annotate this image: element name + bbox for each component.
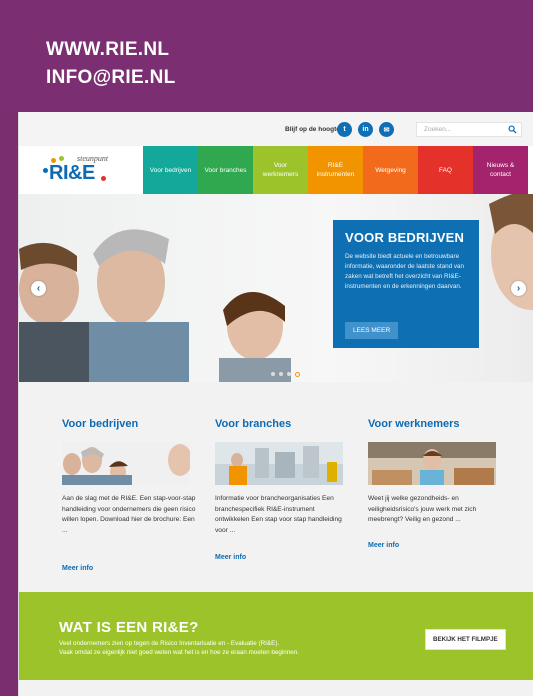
column-text: Aan de slag met de RI&E. Een stap-voor-s… xyxy=(62,495,196,534)
logo-dot-red xyxy=(101,176,106,181)
column-title[interactable]: Voor branches xyxy=(215,418,291,430)
follow-label: Blijf op de hoogte xyxy=(285,126,340,133)
watch-video-button[interactable]: BEKIJK HET FILMPJE xyxy=(425,629,506,650)
tab-rie-instrumenten[interactable]: RI&E instrumenten xyxy=(308,146,363,194)
main-nav: steunpunt RI&E Voor bedrijven Voor branc… xyxy=(19,146,533,194)
cta-line: Veel ondernemers zien op tegen de Risico… xyxy=(59,640,280,647)
more-info-link[interactable]: Meer info xyxy=(215,554,246,561)
intro-columns: Voor bedrijven Aan de slag met de RI&E. … xyxy=(19,382,533,592)
website-url[interactable]: WWW.RIE.NL xyxy=(46,36,176,64)
more-info-link[interactable]: Meer info xyxy=(62,565,93,572)
cta-band: WAT IS EEN RI&E? Veel ondernemers zien o… xyxy=(19,592,533,680)
utility-bar: Blijf op de hoogte t in ✉ Zoeken... xyxy=(19,112,533,146)
logo-dot-blue xyxy=(43,168,48,173)
search-placeholder: Zoeken... xyxy=(424,126,452,133)
linkedin-icon[interactable]: in xyxy=(358,122,373,137)
mail-icon[interactable]: ✉ xyxy=(379,122,394,137)
slider-dot-active[interactable] xyxy=(295,371,300,377)
hero-card: VOOR BEDRIJVEN De website biedt actuele … xyxy=(333,220,479,348)
hero-title: VOOR BEDRIJVEN xyxy=(345,230,465,245)
cta-line: Vaak omdat ze eigenlijk niet goed weten … xyxy=(59,649,300,656)
page-bottom xyxy=(19,680,533,696)
search-icon[interactable] xyxy=(508,125,517,134)
slider-dot[interactable] xyxy=(279,372,283,376)
nav-tabs: Voor bedrijven Voor branches Voor werkne… xyxy=(143,146,528,194)
column-title[interactable]: Voor werknemers xyxy=(368,418,460,430)
column-title[interactable]: Voor bedrijven xyxy=(62,418,138,430)
read-more-button[interactable]: LEES MEER xyxy=(345,322,399,339)
tab-voor-branches[interactable]: Voor branches xyxy=(198,146,253,194)
email-address[interactable]: INFO@RIE.NL xyxy=(46,64,176,92)
column-text: Weet jij welke gezondheids- en veilighei… xyxy=(368,495,477,523)
logo[interactable]: steunpunt RI&E xyxy=(35,154,135,188)
column-image xyxy=(215,442,343,485)
tab-faq[interactable]: FAQ xyxy=(418,146,473,194)
slider-dot[interactable] xyxy=(287,372,291,376)
slider-next-icon[interactable]: › xyxy=(511,281,526,296)
column-image xyxy=(62,442,190,485)
twitter-icon[interactable]: t xyxy=(337,122,352,137)
hero-text: De website biedt actuele en betrouwbare … xyxy=(345,253,465,290)
cta-text: Veel ondernemers zien op tegen de Risico… xyxy=(59,639,299,657)
tab-nieuws-contact[interactable]: Nieuws & contact xyxy=(473,146,528,194)
cta-title: WAT IS EEN RI&E? xyxy=(59,619,199,636)
tab-wetgeving[interactable]: Wetgeving xyxy=(363,146,418,194)
more-info-link[interactable]: Meer info xyxy=(368,542,399,549)
slider-dot[interactable] xyxy=(271,372,275,376)
banner-header: WWW.RIE.NL INFO@RIE.NL xyxy=(0,0,533,112)
logo-dot-green xyxy=(59,156,64,161)
slider-dots xyxy=(271,371,300,377)
search-input[interactable]: Zoeken... xyxy=(416,122,522,137)
website-screenshot: Blijf op de hoogte t in ✉ Zoeken... steu… xyxy=(18,112,533,696)
column-image xyxy=(368,442,496,485)
hero-slider: VOOR BEDRIJVEN De website biedt actuele … xyxy=(19,194,533,382)
tab-voor-werknemers[interactable]: Voor werknemers xyxy=(253,146,308,194)
tab-voor-bedrijven[interactable]: Voor bedrijven xyxy=(143,146,198,194)
slider-prev-icon[interactable]: ‹ xyxy=(31,281,46,296)
logo-main: RI&E xyxy=(49,162,95,184)
column-text: Informatie voor brancheorganisaties Een … xyxy=(215,495,342,534)
